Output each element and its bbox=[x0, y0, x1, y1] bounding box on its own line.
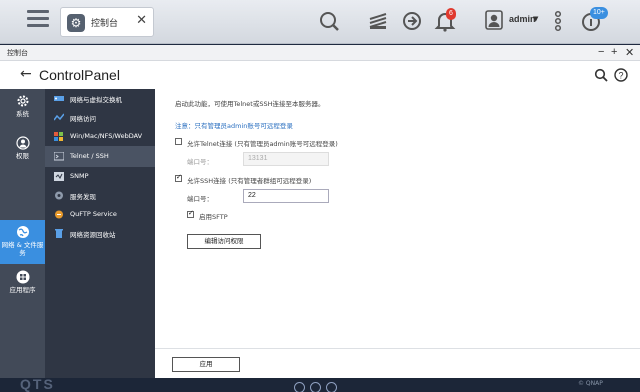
menu-bar bbox=[27, 17, 49, 20]
subnav-label: 网络与虚拟交换机 bbox=[70, 96, 122, 104]
subnav-label: Win/Mac/NFS/WebDAV bbox=[70, 132, 143, 140]
user-avatar-icon bbox=[485, 10, 503, 30]
service-discovery-icon bbox=[55, 191, 63, 200]
menu-bar bbox=[27, 10, 49, 13]
network-switch-icon bbox=[54, 96, 64, 101]
category-sidebar: 系统 权限 网络 & 文件服务 应用程序 bbox=[0, 89, 45, 378]
subnav-label: SNMP bbox=[70, 172, 89, 180]
category-label: 系统 bbox=[16, 110, 29, 118]
window-title: 控制台 bbox=[7, 49, 28, 57]
subnav-item-quftp[interactable]: QuFTP Service bbox=[45, 205, 155, 224]
edit-access-permission-button[interactable]: 编辑访问权限 bbox=[187, 234, 261, 249]
sftp-label: 启用SFTP bbox=[199, 213, 228, 221]
page-dot[interactable] bbox=[310, 382, 321, 392]
globe-icon bbox=[16, 226, 29, 238]
more-options-icon[interactable] bbox=[550, 10, 566, 32]
network-access-icon bbox=[54, 113, 64, 121]
category-label: 应用程序 bbox=[9, 286, 36, 294]
category-label: 权限 bbox=[16, 152, 29, 160]
category-label: 网络 & 文件服务 bbox=[1, 241, 44, 257]
subnav-item-telnet-ssh[interactable]: Telnet / SSH bbox=[45, 146, 155, 167]
svg-text:?: ? bbox=[618, 71, 623, 81]
subnav-label: 服务发现 bbox=[70, 193, 96, 201]
terminal-icon bbox=[54, 152, 64, 161]
window-footer: 应用 bbox=[155, 348, 640, 378]
app-tab-control-panel[interactable]: ⚙ 控制台 ✕ bbox=[60, 7, 154, 37]
ssh-label: 允许SSH连接 (只有管理者群组可远程登录) bbox=[187, 177, 312, 185]
menu-bar bbox=[27, 24, 49, 27]
page-title: ControlPanel bbox=[39, 67, 120, 83]
search-icon[interactable] bbox=[594, 68, 608, 82]
ssh-checkbox[interactable] bbox=[175, 173, 182, 182]
intro-text: 启动此功能，可使用Telnet或SSH连接至本服务器。 bbox=[175, 100, 325, 108]
user-icon bbox=[15, 136, 30, 150]
user-name: admin bbox=[509, 14, 536, 24]
ssh-port-label: 端口号： bbox=[187, 195, 213, 203]
ssh-port-input[interactable]: 22 bbox=[243, 189, 329, 203]
minimize-icon[interactable]: − bbox=[598, 46, 604, 58]
update-count-badge: 10+ bbox=[590, 7, 608, 19]
subnav-item-service-discovery[interactable]: 服务发现 bbox=[45, 186, 155, 205]
close-tab-icon[interactable]: ✕ bbox=[136, 13, 147, 28]
category-network-file-services[interactable]: 网络 & 文件服务 bbox=[0, 220, 45, 264]
telnet-port-input[interactable]: 13131 bbox=[243, 152, 329, 166]
background-tasks-icon[interactable] bbox=[367, 10, 389, 32]
sub-navigation: 网络与虚拟交换机 网络访问 Win/Mac/NFS/WebDAV Telnet … bbox=[45, 89, 155, 378]
taskbar: ⚙ 控制台 ✕ 6 admin ▼ 10+ bbox=[0, 0, 640, 44]
recycle-bin-icon bbox=[55, 229, 63, 238]
window-titlebar[interactable]: 控制台 − + ✕ bbox=[0, 45, 640, 61]
category-applications[interactable]: 应用程序 bbox=[0, 265, 45, 307]
subnav-label: 网络资源回收站 bbox=[70, 231, 116, 239]
admin-note: 注意：只有管理员admin账号可远程登录 bbox=[175, 122, 293, 130]
subnav-item-snmp[interactable]: SNMP bbox=[45, 167, 155, 186]
apps-grid-icon bbox=[16, 270, 29, 284]
os-sharing-icon bbox=[54, 132, 63, 141]
telnet-ssh-settings: 启动此功能，可使用Telnet或SSH连接至本服务器。 注意：只有管理员admi… bbox=[155, 89, 640, 378]
desktop-background: QTS © QNAP bbox=[0, 376, 640, 392]
gear-icon bbox=[17, 95, 28, 107]
control-panel-window: 控制台 − + ✕ ← ControlPanel ? 系统 权限 网络 & 文件… bbox=[0, 45, 640, 378]
telnet-checkbox[interactable] bbox=[175, 138, 182, 145]
back-arrow-icon[interactable]: ← bbox=[20, 66, 32, 82]
page-dot[interactable] bbox=[294, 382, 305, 392]
subnav-label: QuFTP Service bbox=[70, 210, 117, 218]
qts-logo: QTS bbox=[20, 376, 55, 392]
apply-button[interactable]: 应用 bbox=[172, 357, 240, 372]
page-dot[interactable] bbox=[326, 382, 337, 392]
copyright-text: © QNAP bbox=[578, 380, 603, 387]
external-device-icon[interactable] bbox=[401, 10, 423, 32]
search-icon[interactable] bbox=[318, 10, 340, 32]
control-panel-icon: ⚙ bbox=[67, 14, 85, 32]
main-menu-button[interactable] bbox=[27, 10, 49, 30]
chevron-down-icon: ▼ bbox=[533, 15, 539, 23]
help-icon[interactable]: ? bbox=[614, 68, 628, 82]
category-privilege[interactable]: 权限 bbox=[0, 131, 45, 173]
telnet-label: 允许Telnet连接 (只有管理员admin账号可远程登录) bbox=[187, 140, 338, 148]
desktop-page-indicator bbox=[294, 378, 342, 392]
maximize-icon[interactable]: + bbox=[611, 46, 617, 58]
sftp-checkbox[interactable] bbox=[187, 209, 194, 218]
notification-count-badge: 6 bbox=[446, 8, 456, 20]
app-tab-label: 控制台 bbox=[91, 19, 119, 29]
snmp-icon bbox=[54, 172, 64, 181]
close-window-icon[interactable]: ✕ bbox=[625, 46, 634, 59]
subnav-item-network-access[interactable]: 网络访问 bbox=[45, 108, 155, 127]
subnav-item-recycle-bin[interactable]: 网络资源回收站 bbox=[45, 224, 155, 243]
category-system[interactable]: 系统 bbox=[0, 89, 45, 131]
telnet-port-label: 端口号： bbox=[187, 158, 213, 166]
subnav-item-win-mac-nfs[interactable]: Win/Mac/NFS/WebDAV bbox=[45, 127, 155, 146]
ftp-icon bbox=[55, 210, 63, 219]
subnav-item-network-switch[interactable]: 网络与虚拟交换机 bbox=[45, 89, 155, 108]
app-header: ← ControlPanel ? bbox=[0, 62, 640, 89]
subnav-label: Telnet / SSH bbox=[70, 152, 109, 160]
subnav-label: 网络访问 bbox=[70, 115, 96, 123]
